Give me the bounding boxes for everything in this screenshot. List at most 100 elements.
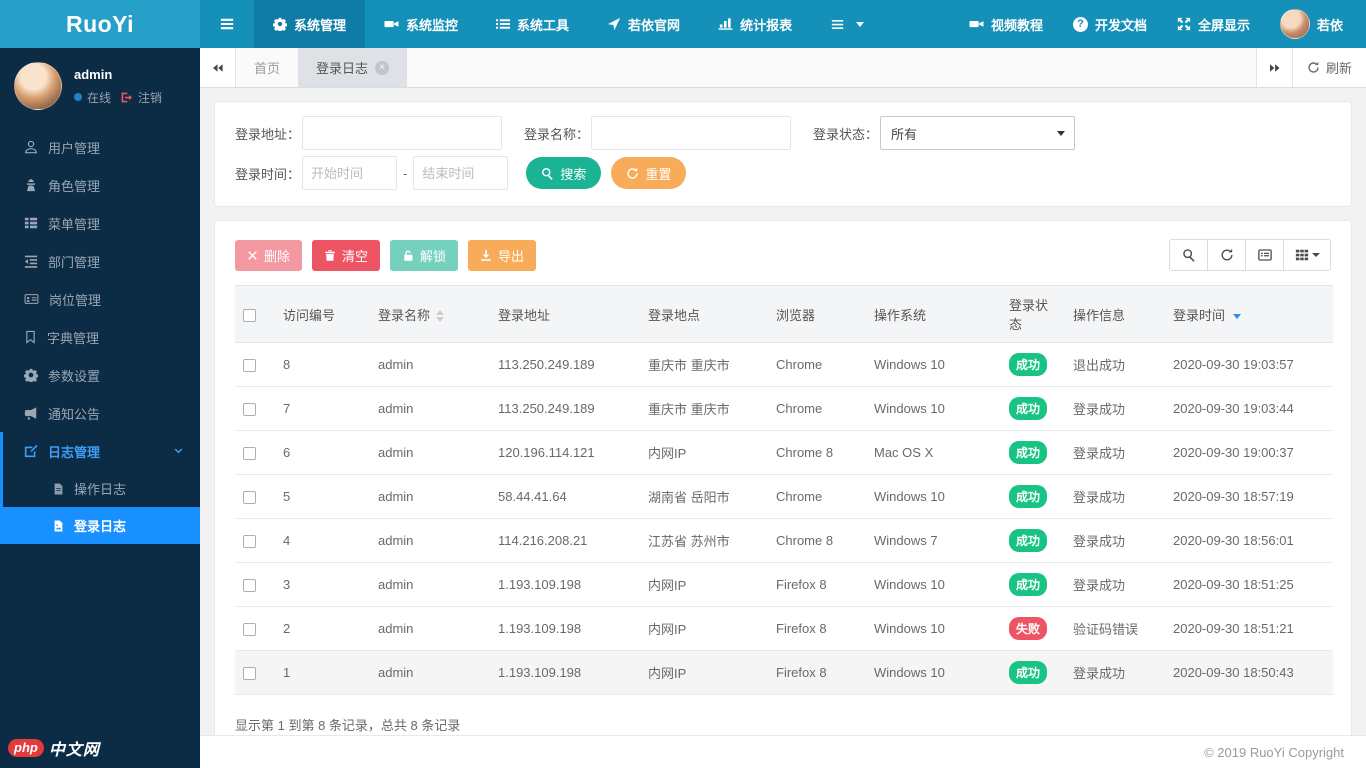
login-name-input[interactable] [591, 116, 792, 150]
row-checkbox[interactable] [243, 667, 256, 681]
sidebar-item-log-manage[interactable]: 日志管理 [3, 432, 200, 470]
video-tutorial-link[interactable]: 视频教程 [954, 0, 1058, 48]
export-button[interactable]: 导出 [468, 239, 537, 271]
refresh-icon [626, 167, 639, 180]
status-badge: 成功 [1009, 397, 1048, 420]
tab-system-manage[interactable]: 系统管理 [254, 0, 366, 48]
search-panel: 登录地址： 登录名称： 登录状态： 所有 登录时间： - 搜索 [214, 101, 1352, 207]
th-grid-icon [1295, 249, 1308, 261]
scroll-tabs-right-button[interactable] [1255, 48, 1292, 87]
delete-button[interactable]: 删除 [235, 239, 303, 271]
col-login-location: 登录地点 [640, 285, 768, 343]
copyright-text: © 2019 RuoYi Copyright [1204, 744, 1344, 760]
logout-link[interactable]: 注销 [138, 89, 162, 106]
select-all-checkbox[interactable] [243, 308, 256, 322]
sidebar-item-login-log[interactable]: 登录日志 [3, 507, 200, 544]
search-button[interactable]: 搜索 [526, 157, 602, 189]
table-header-row: 访问编号 登录名称 登录地址 登录地点 浏览器 操作系统 登录状态 操作信息 登… [235, 285, 1333, 343]
status-badge: 成功 [1009, 485, 1048, 508]
fullscreen-button[interactable]: 全屏显示 [1162, 0, 1265, 48]
hamburger-icon [219, 17, 235, 31]
user-menu[interactable]: 若依 [1265, 0, 1358, 48]
row-checkbox[interactable] [243, 447, 256, 461]
search-icon [541, 167, 554, 180]
video-camera-icon [969, 17, 984, 31]
top-header: RuoYi 系统管理 系统监控 系统工具 若依官网 统计报表 视频教程 ? 开发… [0, 0, 1366, 48]
username: admin [74, 66, 113, 82]
status-badge: 失败 [1009, 617, 1048, 640]
table-row[interactable]: 7 admin 113.250.249.189 重庆市 重庆市 Chrome W… [235, 386, 1333, 431]
sidebar-item-parameters[interactable]: 参数设置 [0, 356, 200, 394]
tab-system-monitor[interactable]: 系统监控 [365, 0, 477, 48]
row-checkbox[interactable] [243, 359, 256, 373]
toggle-view-button[interactable] [1245, 239, 1284, 271]
table-row[interactable]: 6 admin 120.196.114.121 内网IP Chrome 8 Ma… [235, 430, 1333, 475]
sidebar-toggle-button[interactable] [200, 0, 254, 48]
sidebar-item-dictionary[interactable]: 字典管理 [0, 318, 200, 356]
table-row[interactable]: 8 admin 113.250.249.189 重庆市 重庆市 Chrome W… [235, 342, 1333, 387]
end-time-input[interactable] [413, 156, 509, 190]
login-status-select[interactable]: 所有 [880, 116, 1076, 150]
refresh-tab-button[interactable]: 刷新 [1291, 48, 1366, 87]
sidebar-item-departments[interactable]: 部门管理 [0, 242, 200, 280]
gear-icon [273, 17, 287, 31]
video-camera-icon [384, 17, 399, 31]
login-status-label: 登录状态： [813, 126, 879, 142]
sidebar-item-posts[interactable]: 岗位管理 [0, 280, 200, 318]
unlock-button[interactable]: 解锁 [390, 239, 459, 271]
dev-docs-link[interactable]: ? 开发文档 [1058, 0, 1162, 48]
status-badge: 成功 [1009, 441, 1048, 464]
sort-icons [436, 310, 445, 323]
user-icon [24, 140, 38, 154]
reset-button[interactable]: 重置 [611, 157, 687, 189]
status-badge: 成功 [1009, 573, 1048, 596]
tab-home[interactable]: 首页 [236, 48, 298, 87]
tab-official-site[interactable]: 若依官网 [588, 0, 699, 48]
login-address-input[interactable] [302, 116, 503, 150]
avatar[interactable] [14, 62, 62, 110]
tab-login-log[interactable]: 登录日志 × [298, 48, 408, 87]
cog-icon [24, 368, 38, 382]
row-checkbox[interactable] [243, 579, 256, 593]
columns-dropdown-button[interactable] [1283, 239, 1331, 271]
login-log-table: 访问编号 登录名称 登录地址 登录地点 浏览器 操作系统 登录状态 操作信息 登… [235, 285, 1333, 695]
col-login-time[interactable]: 登录时间 [1165, 285, 1333, 343]
tab-system-tools[interactable]: 系统工具 [477, 0, 588, 48]
sidebar-item-operation-log[interactable]: 操作日志 [3, 470, 200, 507]
sidebar-item-users[interactable]: 用户管理 [0, 128, 200, 166]
col-login-name[interactable]: 登录名称 [370, 285, 490, 343]
file-text-icon [52, 482, 65, 496]
login-time-label: 登录时间： [235, 166, 301, 182]
table-row[interactable]: 4 admin 114.216.208.21 江苏省 苏州市 Chrome 8 … [235, 518, 1333, 563]
unlock-icon [402, 249, 414, 262]
clear-button[interactable]: 清空 [312, 239, 381, 271]
start-time-input[interactable] [302, 156, 398, 190]
sort-desc-icon [1233, 313, 1242, 319]
sidebar-menu: 用户管理 角色管理 菜单管理 部门管理 岗位管理 字典管理 参数设置 通知公告 [0, 128, 200, 544]
status-badge: 成功 [1009, 529, 1048, 552]
tab-bar: 首页 登录日志 × 刷新 [200, 48, 1366, 88]
scroll-tabs-left-button[interactable] [200, 48, 236, 87]
show-search-button[interactable] [1169, 239, 1208, 271]
table-row[interactable]: 2 admin 1.193.109.198 内网IP Firefox 8 Win… [235, 606, 1333, 651]
sidebar-item-notices[interactable]: 通知公告 [0, 394, 200, 432]
chevron-down-icon [173, 446, 184, 457]
table-row[interactable]: 1 admin 1.193.109.198 内网IP Firefox 8 Win… [235, 650, 1333, 695]
col-message: 操作信息 [1065, 285, 1165, 343]
row-checkbox[interactable] [243, 623, 256, 637]
close-tab-icon[interactable]: × [375, 60, 390, 75]
row-checkbox[interactable] [243, 535, 256, 549]
sidebar-group-logs: 日志管理 操作日志 登录日志 [0, 432, 200, 544]
sidebar-item-roles[interactable]: 角色管理 [0, 166, 200, 204]
table-row[interactable]: 3 admin 1.193.109.198 内网IP Firefox 8 Win… [235, 562, 1333, 607]
row-checkbox[interactable] [243, 403, 256, 417]
sidebar-item-menus[interactable]: 菜单管理 [0, 204, 200, 242]
php-logo: php [8, 739, 44, 757]
more-menu-dropdown[interactable] [811, 0, 883, 48]
table-row[interactable]: 5 admin 58.44.41.64 湖南省 岳阳市 Chrome Windo… [235, 474, 1333, 519]
refresh-table-button[interactable] [1207, 239, 1246, 271]
row-checkbox[interactable] [243, 491, 256, 505]
sidebar: admin 在线 注销 用户管理 角色管理 菜单管理 部门管理 岗位管理 字典管… [0, 48, 200, 768]
tab-statistics[interactable]: 统计报表 [699, 0, 811, 48]
question-circle-icon: ? [1072, 16, 1088, 32]
